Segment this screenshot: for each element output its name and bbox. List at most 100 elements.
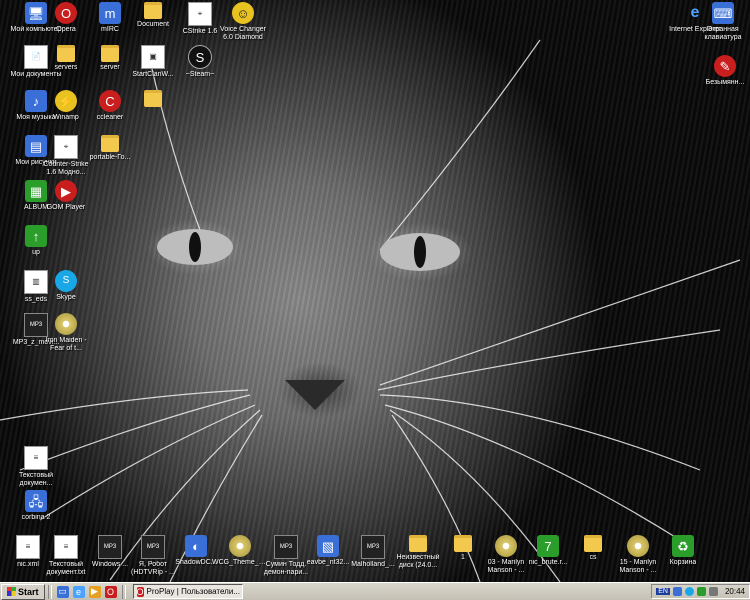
taskbar-window-button[interactable]: O ProPlay | Пользователи... [132,584,243,599]
desktop-icon-label: Malholland_... [351,561,395,568]
desktop-icon-label: portable-Го... [89,154,131,161]
desktop-icon-label: StartClanW... [132,71,174,78]
system-tray: EN 20:44 [651,584,750,599]
wallpaper-whiskers [0,39,741,582]
media-player-icon[interactable]: ▶ [88,585,101,598]
desktop-icon[interactable]: S ~Steam~ [172,45,228,79]
folder-icon [454,535,472,552]
skype-tray-icon[interactable] [684,587,694,596]
taskbar-separator [121,584,126,599]
mirc-icon: m [99,2,121,24]
folder-icon [101,45,119,62]
start-button[interactable]: Start [1,583,45,600]
desktop-icon-label: CStrike 1.6 [182,28,218,35]
opera-icon: O [55,2,77,24]
desktop-icon-label: corbina 2 [21,514,51,521]
folder-icon [144,90,162,107]
cd-audio-icon [55,313,77,335]
taskbar-separator [47,584,52,599]
desktop-icon[interactable]: ✎ Безымянн... [697,55,750,87]
windows-logo-icon [7,587,16,596]
desktop-icon[interactable]: ☺ Voice Changer 6.0 Diamond [215,2,271,42]
internet-explorer-icon[interactable]: e [72,585,85,598]
desktop-icon-label: ccleaner [96,114,124,121]
cs-icon: ⌖ [188,2,212,26]
desktop-icon[interactable]: ≡ Текстовый докумен... [8,446,64,488]
cd-audio-icon [627,535,649,557]
desktop-icon-label: GOM Player [46,204,86,211]
taskbar-window-title: ProPlay | Пользователи... [146,587,240,596]
desktop-icon-label: Безымянн... [705,79,745,86]
desktop-icon[interactable]: Iron Maiden - Fear of t... [38,313,94,353]
folder-icon [57,45,75,62]
network-tray-icon[interactable] [672,587,682,596]
paint-icon: ✎ [714,55,736,77]
up-icon: ↑ [25,225,47,247]
desktop-icon-label: Document [137,21,169,28]
desktop-icon-label: up [32,249,40,256]
desktop-icon[interactable]: 🖧 corbina 2 [8,490,64,522]
installer-icon: ▧ [317,535,339,557]
desktop-icon-label: servers [54,64,78,71]
desktop-icon-label: Экранная клавиатура [704,26,742,41]
desktop-icon-label: nic.xml [17,561,39,568]
desktop-icon-label: ShadowDC... [175,559,217,566]
language-indicator[interactable]: EN [656,588,670,595]
desktop-icon-label: server [100,64,120,71]
cd-audio-icon [229,535,251,557]
cs-icon: ⌖ [54,135,78,159]
taskbar: Start ▭ e ▶ O O ProPlay | Пользователи... E… [0,582,750,600]
winamp-icon: ⚡ [55,90,77,112]
antivirus-tray-icon[interactable] [696,587,706,596]
desktop-icon[interactable]: ▶ GOM Player [38,180,94,212]
show-desktop-icon[interactable]: ▭ [56,585,69,598]
desktop-icon-label: Корзина [669,559,697,566]
mp3-icon: MP3 [274,535,298,559]
mp3-icon: MP3 [98,535,122,559]
text-document-icon: ≡ [54,535,78,559]
skype-icon: S [55,270,77,292]
desktop-icon-label: ~Steam~ [185,71,215,78]
network-icon: 🖧 [25,490,47,512]
desktop-icon-label: mIRC [101,26,119,33]
gom-player-icon: ▶ [55,180,77,202]
cd-audio-icon [495,535,517,557]
mp3-icon: MP3 [141,535,165,559]
folder-icon [409,535,427,552]
text-document-icon: ≡ [24,446,48,470]
desktop-icon-label: Voice Changer 6.0 Diamond [220,26,266,41]
desktop-icon[interactable]: ⌨ Экранная клавиатура [695,2,750,42]
voice-changer-icon: ☺ [232,2,254,24]
ccleaner-icon: C [99,90,121,112]
desktop-icon-label: eavbe_nt32... [306,559,350,566]
desktop-icon[interactable]: S Skype [38,270,94,302]
archive-icon: 7 [537,535,559,557]
mp3-icon: MP3 [361,535,385,559]
desktop-icon-label: 1 [461,554,465,561]
desktop-icon-label: Текстовый докумен... [18,472,54,487]
desktop-icon-label: nic_brute.r... [528,559,568,566]
folder-icon [144,2,162,19]
keyboard-icon: ⌨ [712,2,734,24]
shortcut-icon: ▣ [141,45,165,69]
desktop-icon-label: Opera [56,26,76,33]
clock[interactable]: 20:44 [725,587,745,596]
desktop-icon-label: Iron Maiden - Fear of t... [45,337,87,352]
start-label: Start [18,586,39,597]
desktop-icon[interactable]: portable-Го... [82,135,138,170]
folder-icon [584,535,602,552]
quick-launch-bar: ▭ e ▶ O [55,585,119,598]
desktop-icon-label: Windows ... [91,561,129,568]
opera-icon[interactable]: O [104,585,117,598]
desktop-icon-label: Мои документы [10,71,62,78]
folder-icon [101,135,119,152]
desktop-icon[interactable]: ↑ up [8,225,64,257]
desktop-icon[interactable] [125,90,181,109]
recycle-bin-icon: ♻ [672,535,694,557]
desktop-icon[interactable]: ♻ Корзина [655,535,711,567]
shadow-icon: ◐ [185,535,207,557]
volume-tray-icon[interactable] [708,587,718,596]
desktop-icon-label: Skype [56,294,76,301]
desktop-icon-label: Winamp [53,114,79,121]
opera-icon: O [136,586,144,597]
